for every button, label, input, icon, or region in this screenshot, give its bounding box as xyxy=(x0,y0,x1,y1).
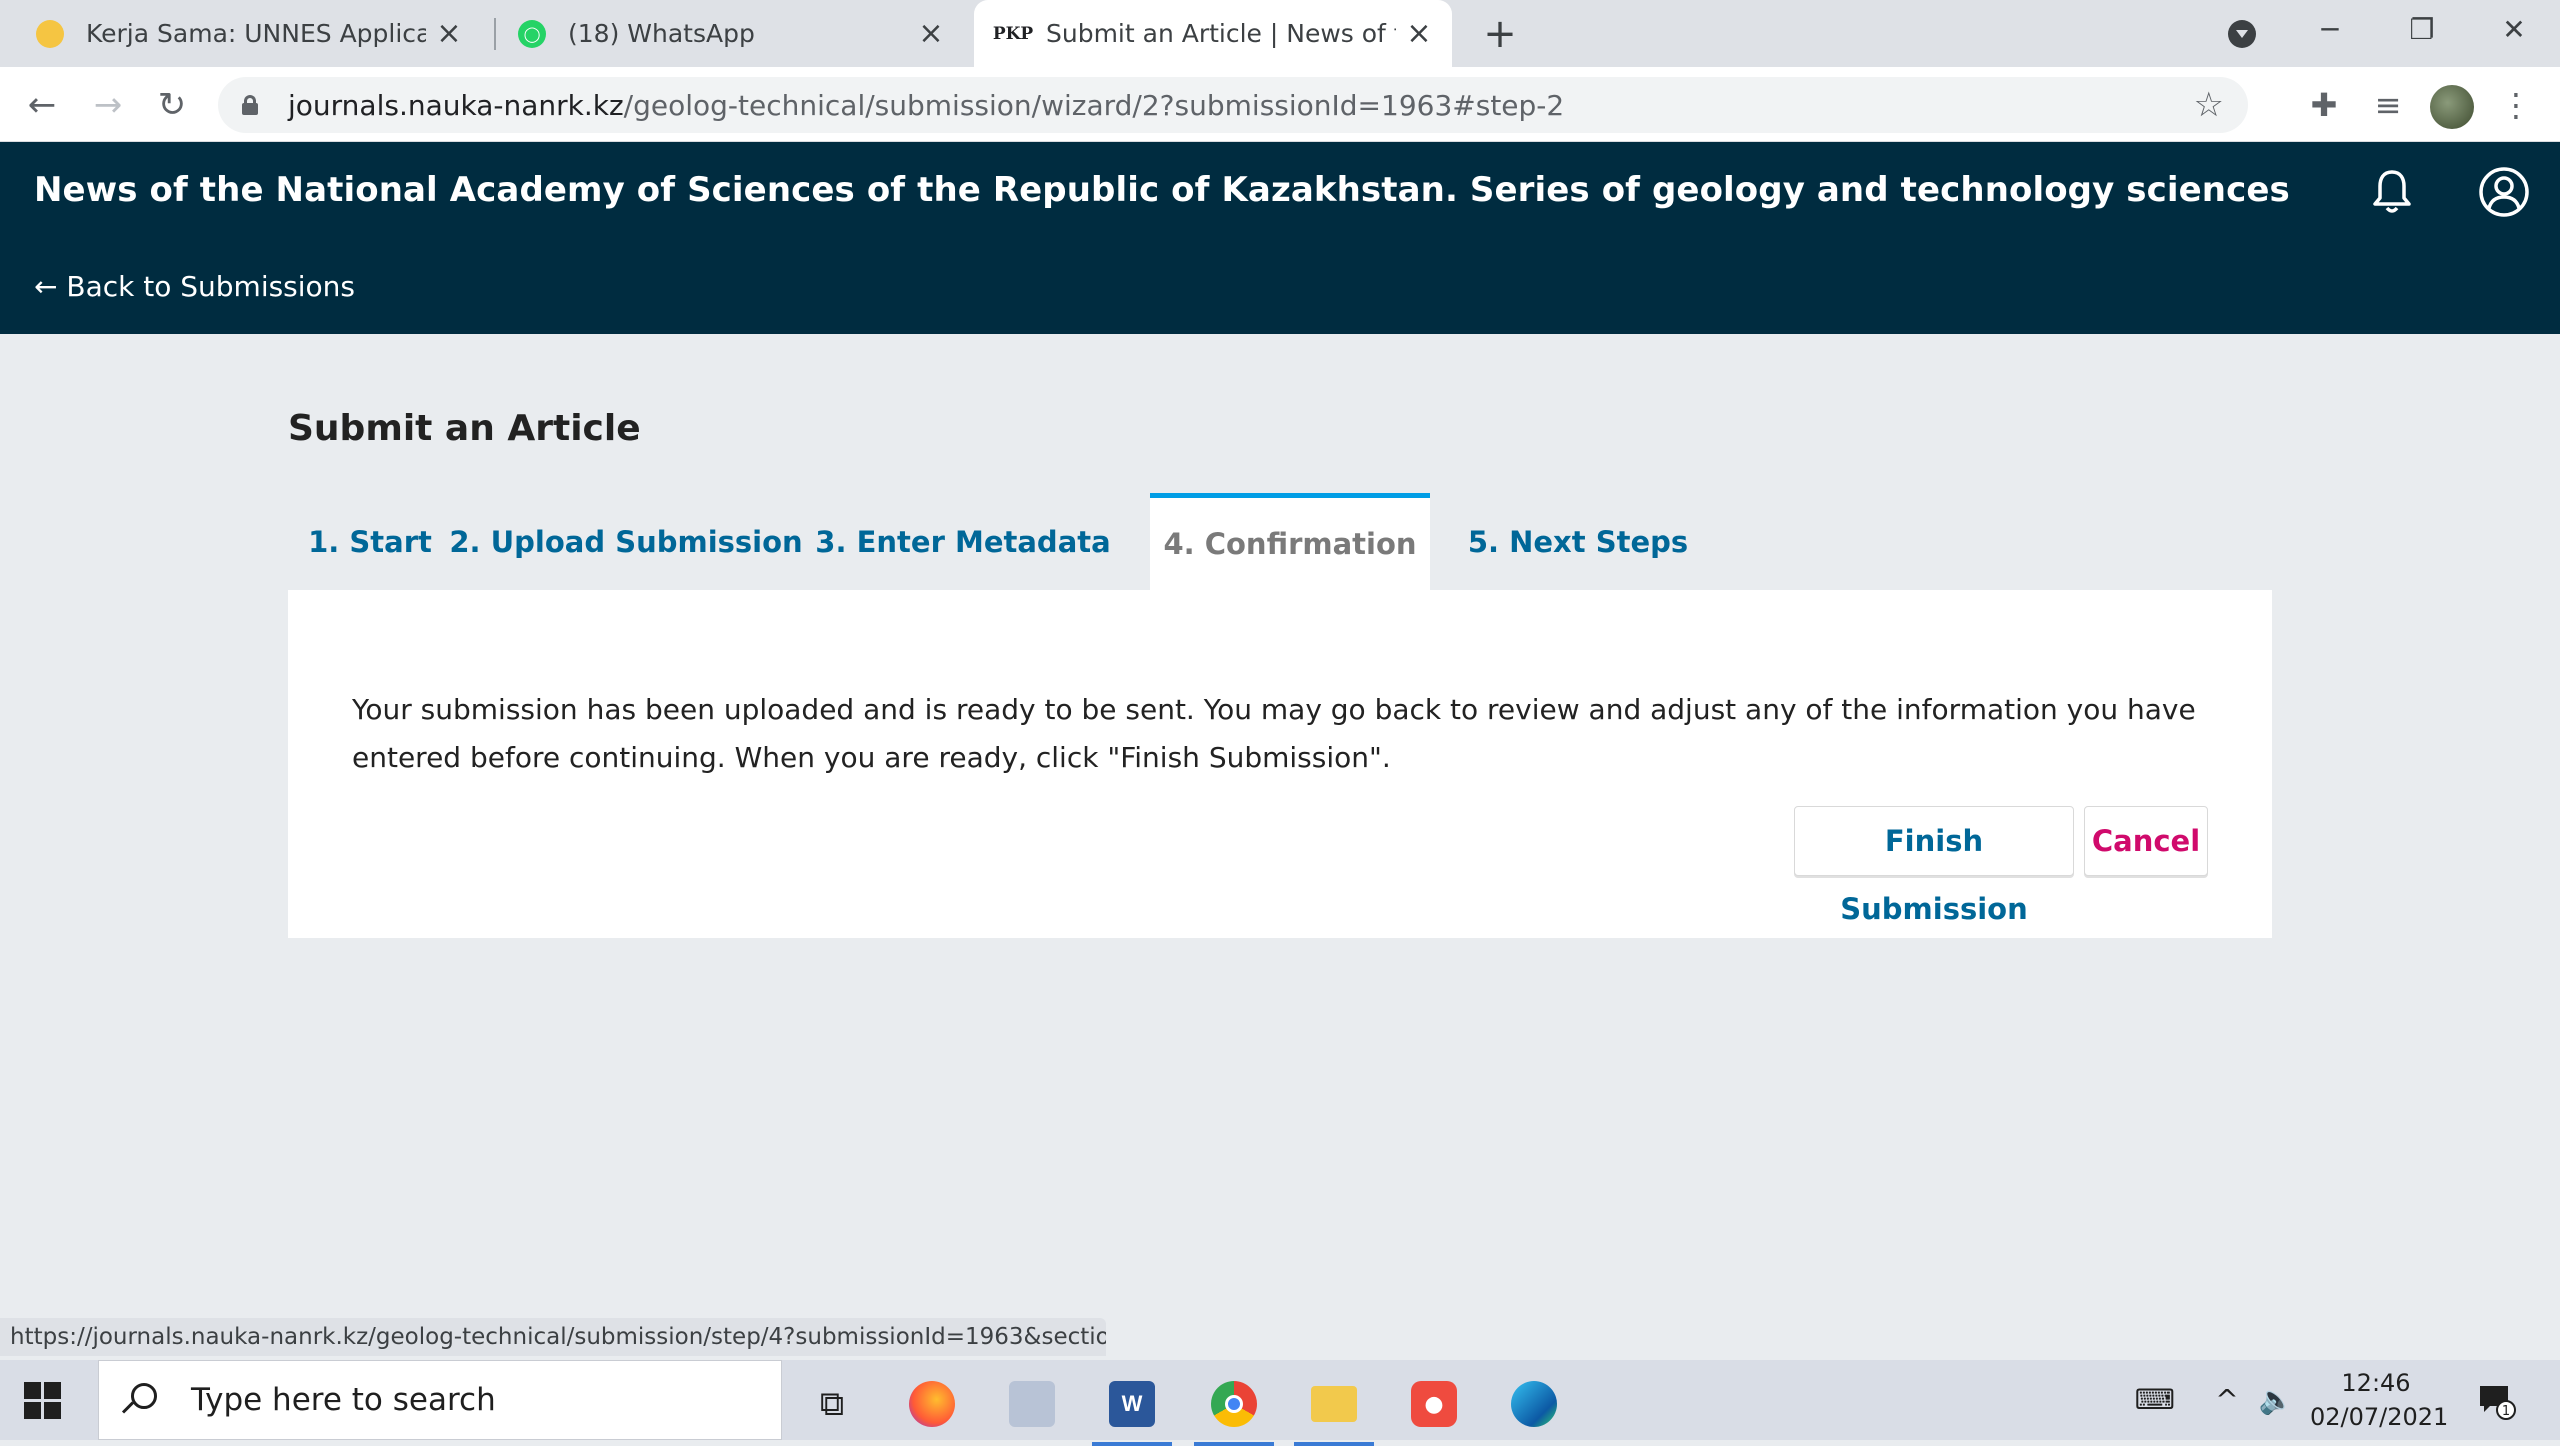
taskbar-search-placeholder: Type here to search xyxy=(191,1382,496,1418)
browser-tab-submit-article[interactable]: PKP Submit an Article | News of the N × xyxy=(974,0,1452,67)
search-icon xyxy=(121,1383,157,1417)
notifications-bell-icon[interactable] xyxy=(2364,164,2420,220)
firefox-icon[interactable] xyxy=(892,1370,972,1438)
browser-menu-icon[interactable]: ⋮ xyxy=(2496,85,2536,125)
browser-tab-kerja-sama[interactable]: Kerja Sama: UNNES Application C × xyxy=(36,0,482,67)
volume-icon[interactable]: 🔈 xyxy=(2256,1382,2296,1418)
keyboard-layout-icon[interactable]: ⌨ xyxy=(2130,1382,2180,1418)
user-account-icon[interactable] xyxy=(2476,164,2532,220)
windows-taskbar: Type here to search ⧉ W ● ⌨ ^ 🔈 12:46 02… xyxy=(0,1360,2560,1446)
address-bar[interactable]: journals.nauka-nanrk.kz/geolog-technical… xyxy=(218,77,2248,133)
sun-favicon-icon xyxy=(36,19,64,48)
site-header: News of the National Academy of Sciences… xyxy=(0,142,2560,334)
new-tab-button[interactable]: + xyxy=(1480,14,1520,54)
tab-confirmation[interactable]: 4. Confirmation xyxy=(1150,493,1430,590)
link-status-bar: https://journals.nauka-nanrk.kz/geolog-t… xyxy=(0,1318,1106,1356)
url-path: /geolog-technical/submission/wizard/2?su… xyxy=(623,88,1565,122)
taskbar-clock[interactable]: 12:46 02/07/2021 xyxy=(2310,1366,2449,1434)
clock-time: 12:46 xyxy=(2341,1369,2411,1397)
tab-upload-submission[interactable]: 2. Upload Submission xyxy=(449,493,802,590)
tab-next-steps[interactable]: 5. Next Steps xyxy=(1450,493,1706,590)
reload-icon[interactable]: ↻ xyxy=(150,83,194,127)
red-app-icon[interactable]: ● xyxy=(1394,1370,1474,1438)
browser-profile-avatar[interactable] xyxy=(2430,85,2474,129)
edge-icon[interactable] xyxy=(1494,1370,1574,1438)
tab-title: (18) WhatsApp xyxy=(568,19,755,48)
tab-title: Submit an Article | News of the N xyxy=(1046,19,1396,48)
back-arrow-icon[interactable]: ← xyxy=(20,83,64,127)
tab-search-icon[interactable] xyxy=(2228,20,2256,48)
media-playlist-icon[interactable]: ≡ xyxy=(2368,85,2408,125)
tab-enter-metadata[interactable]: 3. Enter Metadata xyxy=(815,493,1110,590)
tray-chevron-up-icon[interactable]: ^ xyxy=(2210,1382,2244,1418)
cancel-button[interactable]: Cancel xyxy=(2084,806,2208,876)
minimize-icon[interactable]: ─ xyxy=(2310,10,2350,50)
clock-date: 02/07/2021 xyxy=(2310,1403,2449,1431)
word-icon[interactable]: W xyxy=(1092,1370,1172,1446)
browser-tab-strip: Kerja Sama: UNNES Application C × ◯ (18)… xyxy=(0,0,2560,67)
extensions-puzzle-icon[interactable]: ✚ xyxy=(2304,85,2344,125)
back-to-submissions-link[interactable]: ← Back to Submissions xyxy=(34,270,355,303)
lock-icon xyxy=(242,95,258,115)
windows-start-icon[interactable] xyxy=(24,1382,62,1420)
whatsapp-favicon-icon: ◯ xyxy=(518,19,546,48)
photos-icon[interactable] xyxy=(992,1370,1072,1438)
chrome-icon[interactable] xyxy=(1194,1370,1274,1446)
finish-submission-button[interactable]: Finish Submission xyxy=(1794,806,2074,926)
bookmark-star-icon[interactable]: ☆ xyxy=(2194,85,2224,125)
confirmation-panel: Your submission has been uploaded and is… xyxy=(288,590,2272,938)
tab-start[interactable]: 1. Start xyxy=(288,493,452,590)
page-title: Submit an Article xyxy=(288,408,641,449)
close-window-icon[interactable]: ✕ xyxy=(2494,10,2534,50)
tab-separator xyxy=(494,18,496,50)
close-tab-icon[interactable]: × xyxy=(434,19,464,49)
close-tab-icon[interactable]: × xyxy=(1404,19,1434,49)
restore-icon[interactable]: ❐ xyxy=(2402,10,2442,50)
tab-title: Kerja Sama: UNNES Application C xyxy=(86,19,426,48)
notification-count: 1 xyxy=(2502,1404,2510,1419)
pkp-favicon-icon: PKP xyxy=(992,23,1034,44)
action-center-icon[interactable]: 1 xyxy=(2476,1380,2516,1420)
task-view-icon[interactable]: ⧉ xyxy=(792,1370,872,1438)
browser-toolbar: ← → ↻ journals.nauka-nanrk.kz/geolog-tec… xyxy=(0,67,2560,142)
taskbar-search-box[interactable]: Type here to search xyxy=(98,1360,782,1440)
forward-arrow-icon[interactable]: → xyxy=(86,83,130,127)
file-explorer-icon[interactable] xyxy=(1294,1370,1374,1446)
confirmation-message: Your submission has been uploaded and is… xyxy=(352,693,2196,774)
journal-title[interactable]: News of the National Academy of Sciences… xyxy=(34,170,2290,210)
url-host: journals.nauka-nanrk.kz xyxy=(288,88,624,122)
close-tab-icon[interactable]: × xyxy=(916,19,946,49)
browser-tab-whatsapp[interactable]: ◯ (18) WhatsApp × xyxy=(518,0,964,67)
